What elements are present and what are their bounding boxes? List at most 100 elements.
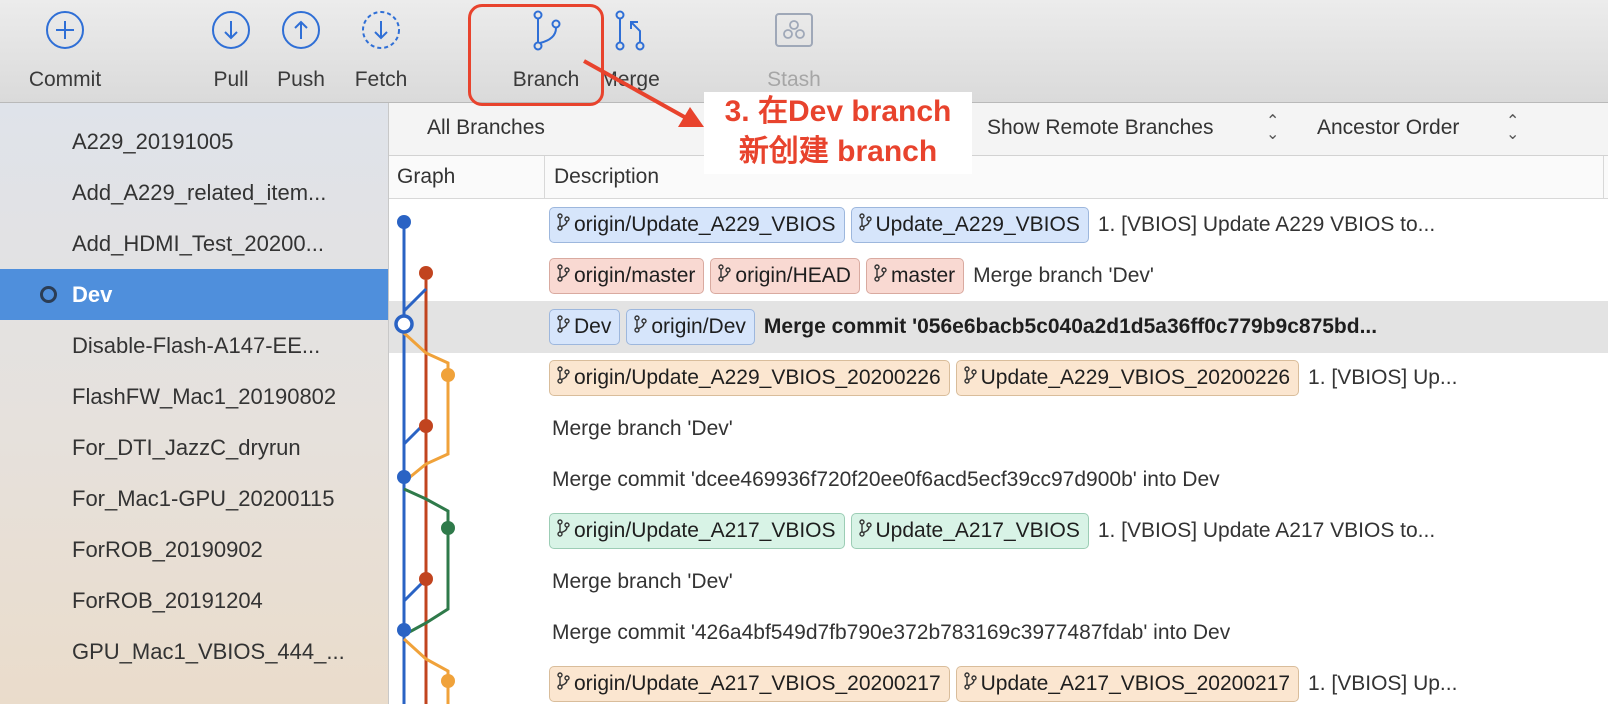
commit-message: Merge branch 'Dev' bbox=[552, 417, 733, 440]
branch-tag[interactable]: Dev bbox=[549, 309, 621, 345]
branch-tag-label: origin/Update_A217_VBIOS bbox=[574, 519, 836, 542]
column-divider[interactable] bbox=[544, 156, 545, 198]
branch-icon bbox=[556, 315, 570, 339]
commit-message: Merge commit '056e6bacb5c040a2d1d5a36ff0… bbox=[763, 315, 1378, 338]
branch-tag[interactable]: origin/Update_A229_VBIOS_20200226 bbox=[549, 360, 950, 396]
commit-node[interactable] bbox=[397, 470, 411, 484]
commit-node[interactable] bbox=[419, 419, 433, 433]
commit-description: origin/master origin/HEAD master Merge bran… bbox=[549, 250, 1604, 302]
stash-button[interactable]: Stash bbox=[752, 0, 836, 100]
branch-tag[interactable]: Update_A217_VBIOS_20200217 bbox=[955, 666, 1300, 702]
column-header: Graph Description bbox=[389, 156, 1608, 199]
commit-node[interactable] bbox=[441, 368, 455, 382]
fetch-label: Fetch bbox=[354, 68, 408, 91]
commit-node[interactable] bbox=[441, 521, 455, 535]
commit-description: Merge branch 'Dev' bbox=[549, 556, 1604, 608]
head-commit-node[interactable] bbox=[394, 314, 414, 334]
commit-row[interactable]: Merge branch 'Dev' bbox=[389, 403, 1608, 455]
branch-icon bbox=[633, 315, 648, 339]
remote-branches-dropdown[interactable]: Show Remote Branches bbox=[987, 116, 1213, 140]
branch-icon bbox=[858, 213, 872, 237]
commit-message: 1. [VBIOS] Update A229 VBIOS to... bbox=[1097, 213, 1436, 236]
commit-row[interactable]: origin/Update_A229_VBIOS Update_A229_VBIO… bbox=[389, 199, 1608, 251]
commit-node[interactable] bbox=[419, 266, 433, 280]
annotation-callout: 3. 在Dev branch 新创建 branch bbox=[704, 92, 972, 174]
branch-icon bbox=[873, 264, 887, 288]
sidebar-branch-item[interactable]: FlashFW_Mac1_20190802 bbox=[0, 371, 388, 422]
commit-row[interactable]: Merge branch 'Dev' bbox=[389, 556, 1608, 608]
graph-column-header[interactable]: Graph bbox=[397, 165, 455, 189]
branch-tag[interactable]: Update_A217_VBIOS bbox=[850, 513, 1089, 549]
branch-icon bbox=[556, 519, 570, 543]
sidebar-branch-item[interactable]: Add_HDMI_Test_20200... bbox=[0, 218, 388, 269]
commit-message: Merge commit '426a4bf549d7fb790e372b7831… bbox=[552, 621, 1231, 644]
commit-node[interactable] bbox=[441, 674, 455, 688]
order-dropdown[interactable]: Ancestor Order bbox=[1317, 116, 1459, 140]
commit-label: Commit bbox=[28, 68, 102, 91]
commit-graph bbox=[394, 215, 455, 704]
remote-branches-chevron-icon[interactable]: ⌃ ⌄ bbox=[1266, 114, 1279, 143]
branch-tag[interactable]: origin/Dev bbox=[626, 309, 755, 345]
fetch-button[interactable]: Fetch bbox=[346, 0, 416, 100]
commit-row[interactable]: Merge commit '426a4bf549d7fb790e372b7831… bbox=[389, 607, 1608, 659]
commit-row[interactable]: origin/Update_A229_VBIOS_20200226 Update_… bbox=[389, 352, 1608, 404]
toolbar: Commit Pull Push Fetch Branch Merge Stas… bbox=[0, 0, 1608, 103]
branch-tag-label: origin/Update_A217_VBIOS_20200217 bbox=[574, 672, 941, 695]
plus-circle-icon bbox=[46, 11, 84, 49]
branch-icon bbox=[963, 366, 977, 390]
pull-button[interactable]: Pull bbox=[196, 0, 266, 100]
sidebar-branch-item[interactable]: ForROB_20190902 bbox=[0, 524, 388, 575]
annotation-line-1: 3. 在Dev branch bbox=[724, 95, 952, 128]
branch-tag[interactable]: Update_A229_VBIOS_20200226 bbox=[955, 360, 1300, 396]
sidebar-branch-item[interactable]: A229_20191005 bbox=[0, 116, 388, 167]
commit-description: Merge commit '426a4bf549d7fb790e372b7831… bbox=[549, 607, 1604, 659]
order-chevron-icon[interactable]: ⌃ ⌄ bbox=[1506, 114, 1519, 143]
branch-tag-label: origin/Dev bbox=[651, 315, 746, 338]
description-column-header[interactable]: Description bbox=[554, 165, 659, 189]
branch-tag[interactable]: master bbox=[865, 258, 965, 294]
all-branches-dropdown[interactable]: All Branches bbox=[427, 116, 545, 140]
commit-row[interactable]: Merge commit 'dcee469936f720f20ee0f6acd5… bbox=[389, 454, 1608, 506]
commit-description: Merge branch 'Dev' bbox=[549, 403, 1604, 455]
sidebar-branch-label: For_Mac1-GPU_20200115 bbox=[72, 485, 335, 511]
sidebar-branch-item[interactable]: Disable-Flash-A147-EE... bbox=[0, 320, 388, 371]
commit-message: 1. [VBIOS] Update A217 VBIOS to... bbox=[1097, 519, 1436, 542]
sidebar-branch-item[interactable]: For_DTI_JazzC_dryrun bbox=[0, 422, 388, 473]
commit-message: 1. [VBIOS] Up... bbox=[1308, 672, 1458, 695]
commit-message: Merge branch 'Dev' bbox=[973, 264, 1154, 287]
branch-tag-label: origin/Update_A229_VBIOS_20200226 bbox=[574, 366, 941, 389]
sidebar-branch-label: GPU_Mac1_VBIOS_444_... bbox=[72, 638, 345, 664]
branch-tag-label: Dev bbox=[574, 315, 612, 338]
branch-tag[interactable]: origin/master bbox=[549, 258, 705, 294]
branch-tag-label: Update_A217_VBIOS_20200217 bbox=[980, 672, 1291, 695]
branch-tag[interactable]: origin/Update_A217_VBIOS bbox=[549, 513, 845, 549]
commit-row[interactable]: origin/master origin/HEAD master Merge bran… bbox=[389, 250, 1608, 302]
commit-description: origin/Update_A217_VBIOS_20200217 Update_… bbox=[549, 658, 1604, 704]
push-button[interactable]: Push bbox=[266, 0, 336, 100]
sidebar-branch-item[interactable]: For_Mac1-GPU_20200115 bbox=[0, 473, 388, 524]
column-divider[interactable] bbox=[1603, 156, 1604, 198]
push-label: Push bbox=[277, 68, 325, 91]
branch-tag[interactable]: Update_A229_VBIOS bbox=[850, 207, 1089, 243]
sidebar-branch-item[interactable]: Add_A229_related_item... bbox=[0, 167, 388, 218]
commit-row[interactable]: Dev origin/Dev Merge commit '056e6bacb5c04… bbox=[389, 301, 1608, 353]
branch-icon bbox=[556, 264, 570, 288]
commit-node[interactable] bbox=[419, 572, 433, 586]
commit-node[interactable] bbox=[397, 215, 411, 229]
branch-tag[interactable]: origin/HEAD bbox=[710, 258, 860, 294]
sidebar-branch-item[interactable]: GPU_Mac1_VBIOS_444_... bbox=[0, 626, 388, 677]
branch-tag[interactable]: origin/Update_A217_VBIOS_20200217 bbox=[549, 666, 950, 702]
branch-tag-label: origin/Update_A229_VBIOS bbox=[574, 213, 836, 236]
sidebar-branch-label: Disable-Flash-A147-EE... bbox=[72, 332, 321, 358]
commit-button[interactable]: Commit bbox=[20, 0, 110, 100]
sidebar-branch-item[interactable]: Dev bbox=[0, 269, 388, 320]
commit-row[interactable]: origin/Update_A217_VBIOS_20200217 Update_… bbox=[389, 658, 1608, 704]
commit-node[interactable] bbox=[397, 623, 411, 637]
branch-tag-label: master bbox=[890, 264, 956, 287]
filter-bar: All Branches Show Remote Branches ⌃ ⌄ Anc… bbox=[389, 103, 1608, 156]
commit-row[interactable]: origin/Update_A217_VBIOS Update_A217_VBIO… bbox=[389, 505, 1608, 557]
sidebar-branch-item[interactable]: ForROB_20191204 bbox=[0, 575, 388, 626]
commit-list: origin/Update_A229_VBIOS Update_A229_VBIO… bbox=[389, 199, 1608, 704]
branch-tag[interactable]: origin/Update_A229_VBIOS bbox=[549, 207, 845, 243]
commit-message: Merge commit 'dcee469936f720f20ee0f6acd5… bbox=[552, 468, 1220, 491]
